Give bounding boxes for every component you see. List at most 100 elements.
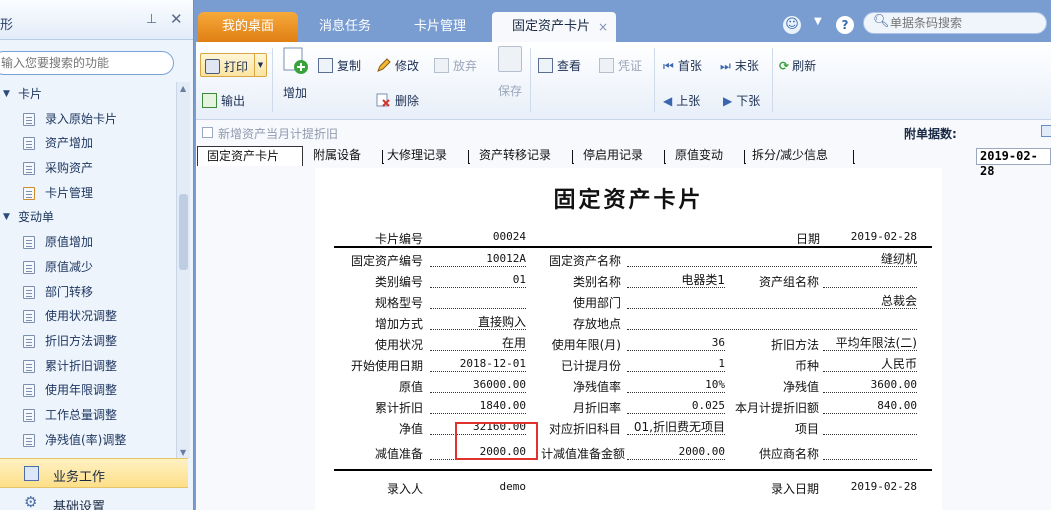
- barcode-search-input[interactable]: [863, 12, 1047, 34]
- salvage-label: 净残值: [782, 380, 819, 394]
- gear-icon: ⚙: [24, 493, 38, 510]
- chevron-down-icon[interactable]: ▼: [814, 16, 822, 27]
- asset-name-label: 固定资产名称: [548, 254, 621, 268]
- subtab-value-change-label: 原值变动: [675, 148, 724, 162]
- subtab-attached-equipment-label: 附属设备: [313, 148, 362, 162]
- cat-name-value: 电器类1: [627, 273, 725, 288]
- tree-item[interactable]: 折旧方法调整: [0, 329, 176, 354]
- tree-item[interactable]: 原值减少: [0, 255, 176, 280]
- tab-close-icon[interactable]: ×: [598, 12, 608, 42]
- subtab-split-reduce[interactable]: 拆分/减少信息: [742, 146, 855, 166]
- acc-dep-value: 1840.00: [430, 399, 526, 414]
- abandon-button[interactable]: 放弃: [434, 57, 477, 74]
- view-button[interactable]: 查看: [538, 57, 581, 74]
- function-tree: ▼ 卡片录入原始卡片资产增加采购资产卡片管理 ▼ 变动单 原值增加 原值减少 部门转移 使用状…: [0, 82, 176, 458]
- subtab-transfer-records[interactable]: 资产转移记录: [469, 146, 574, 166]
- expand-arrow-icon[interactable]: ▼: [3, 82, 10, 107]
- document-icon: [23, 433, 35, 447]
- nav-basic-settings[interactable]: ⚙ 基础设置: [0, 490, 188, 510]
- subtab-overhaul-records[interactable]: 大修理记录: [377, 146, 470, 166]
- tree-item[interactable]: 使用状况调整: [0, 304, 176, 329]
- tree-group[interactable]: ▼ 变动单: [0, 205, 176, 230]
- tree-item[interactable]: 原值增加: [0, 230, 176, 255]
- tree-item[interactable]: 累计折旧调整: [0, 354, 176, 379]
- abandon-label: 放弃: [453, 59, 478, 73]
- method-label: 折旧方法: [770, 338, 819, 352]
- tree-item[interactable]: 采购资产: [0, 156, 176, 181]
- tree-item[interactable]: 部门转移: [0, 280, 176, 305]
- prev-card-button[interactable]: ◀ 上张: [663, 92, 700, 109]
- impairment-label: 减值准备: [374, 447, 423, 461]
- options-bar: 新增资产当月计提折旧 附单据数:: [196, 122, 1051, 142]
- tree-item[interactable]: 卡片管理: [0, 181, 176, 206]
- status-label: 使用状况: [374, 338, 423, 352]
- tree-item[interactable]: 工作总量调整: [0, 403, 176, 428]
- voucher-button[interactable]: 凭证: [599, 57, 642, 74]
- dep-subject-label: 对应折旧科目: [548, 422, 621, 436]
- card-no-value: 00024: [492, 230, 526, 243]
- tree-item[interactable]: 资产增加: [0, 131, 176, 156]
- print-dropdown-arrow-icon[interactable]: ▼: [254, 54, 266, 76]
- delete-button[interactable]: 删除: [376, 92, 419, 109]
- close-icon[interactable]: ✕: [170, 10, 183, 28]
- tree-item[interactable]: 录入原始卡片: [0, 107, 176, 132]
- attachment-icon[interactable]: [1041, 125, 1051, 137]
- floppy-disk-icon: [498, 46, 522, 72]
- save-button[interactable]: 保存: [496, 46, 524, 99]
- tree-item[interactable]: 使用年限调整: [0, 378, 176, 403]
- add-document-icon: [280, 46, 310, 76]
- group-value: [823, 273, 917, 288]
- export-button[interactable]: 输出: [202, 92, 245, 109]
- first-card-button[interactable]: ⏮ 首张: [663, 57, 702, 74]
- last-label: 末张: [734, 59, 759, 73]
- tree-item-label: 录入原始卡片: [45, 111, 118, 126]
- subtab-start-stop-records[interactable]: 停启用记录: [573, 146, 666, 166]
- entry-date-label: 录入日期: [770, 482, 819, 496]
- scrollbar-thumb[interactable]: [179, 194, 188, 270]
- tree-group[interactable]: ▼ 卡片: [0, 82, 176, 107]
- function-search-input[interactable]: [0, 51, 174, 75]
- scroll-up-arrow-icon[interactable]: ▲: [180, 84, 186, 93]
- depreciation-checkbox[interactable]: [202, 127, 213, 138]
- expand-arrow-icon[interactable]: ▼: [3, 205, 10, 230]
- month-rate-label: 月折旧率: [572, 401, 621, 415]
- currency-value: 人民币: [823, 357, 917, 372]
- card-date-field[interactable]: 2019-02-28: [976, 148, 1051, 178]
- tab-messages[interactable]: 消息任务: [300, 12, 390, 42]
- tree-scrollbar[interactable]: ▲ ▼: [176, 82, 190, 458]
- document-icon: [23, 186, 35, 200]
- pin-icon[interactable]: ⊥: [146, 12, 157, 27]
- start-date-value: 2018-12-01: [430, 357, 526, 372]
- toolbar-divider: [530, 48, 531, 112]
- copy-button[interactable]: 复制: [318, 57, 361, 74]
- refresh-button[interactable]: ⟳ 刷新: [779, 57, 816, 74]
- add-button[interactable]: 增加: [279, 46, 311, 101]
- impairment-highlight-box: [455, 422, 538, 460]
- group-label: 资产组名称: [758, 275, 819, 289]
- tab-card-management[interactable]: 卡片管理: [392, 12, 488, 42]
- search-icon[interactable]: 🔍︎: [873, 14, 890, 29]
- left-panel-header: 形 ⊥ ✕: [0, 0, 193, 40]
- help-icon[interactable]: ?: [836, 16, 854, 34]
- document-icon: [23, 384, 35, 398]
- nav-business-work[interactable]: 业务工作: [0, 458, 188, 488]
- tree-item-label: 采购资产: [45, 161, 94, 176]
- subtab-attached-equipment[interactable]: 附属设备: [303, 146, 384, 166]
- print-button[interactable]: 打印 ▼: [200, 53, 267, 77]
- dep-subject-value: 01,折旧费无项目: [627, 420, 725, 435]
- tab-fixed-asset-card-label: 固定资产卡片: [512, 19, 591, 34]
- edit-button[interactable]: 修改: [376, 57, 419, 74]
- next-card-button[interactable]: ▶ 下张: [723, 92, 760, 109]
- entered-by-value: demo: [499, 480, 527, 493]
- tree-item-label: 卡片管理: [45, 185, 94, 200]
- tab-desktop[interactable]: 我的桌面: [198, 12, 298, 42]
- delete-label: 删除: [395, 94, 420, 108]
- left-navigation-panel: 形 ⊥ ✕ ▼ 卡片录入原始卡片资产增加采购资产卡片管理 ▼ 变动单原值增加原值减少部…: [0, 0, 194, 510]
- user-face-icon[interactable]: ☺: [783, 16, 801, 34]
- last-card-button[interactable]: ⏭ 末张: [720, 57, 759, 74]
- scroll-down-arrow-icon[interactable]: ▼: [180, 448, 186, 457]
- subtab-asset-card[interactable]: 固定资产卡片: [197, 146, 303, 166]
- tree-item[interactable]: 净残值(率)调整: [0, 428, 176, 453]
- subtab-value-change[interactable]: 原值变动: [665, 146, 746, 166]
- spec-value: [430, 294, 526, 309]
